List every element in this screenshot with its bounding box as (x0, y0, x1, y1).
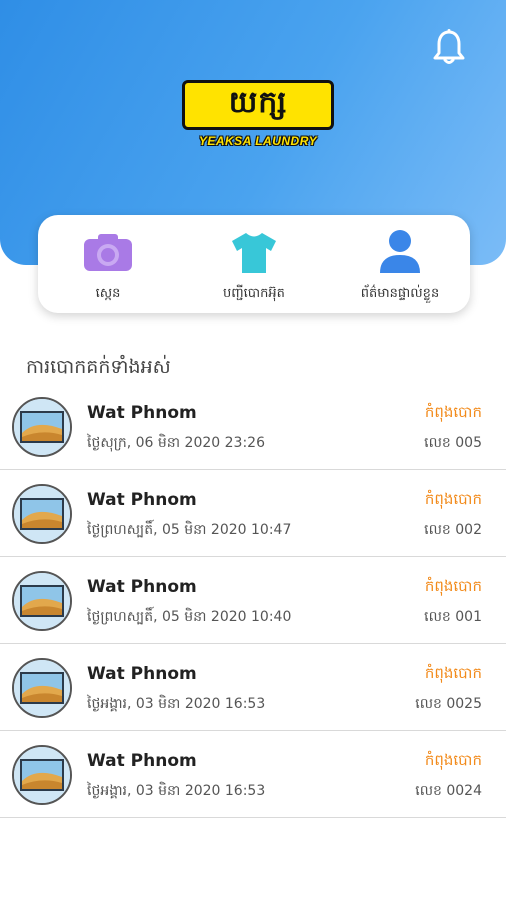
menu-label-profile: ព័ត៌មានផ្ទាល់ខ្លួន (360, 286, 440, 301)
bell-icon[interactable] (432, 28, 466, 66)
menu-item-profile[interactable]: ព័ត៌មានផ្ទាល់ខ្លួន (330, 229, 470, 309)
order-status: កំពុងបោក (424, 577, 482, 595)
order-status: កំពុងបោក (424, 403, 482, 421)
order-date: ថ្ងៃព្រហស្បតិ៍, 05 មិនា 2020 10:47 (87, 522, 292, 538)
app-logo: យក្ស YEAKSA LAUNDRY (176, 80, 340, 154)
order-row[interactable]: Wat Phnom ថ្ងៃអង្គារ, 03 មិនា 2020 16:53… (0, 644, 506, 731)
order-number: លេខ 001 (424, 609, 482, 625)
order-thumbnail (12, 571, 72, 631)
order-date: ថ្ងៃអង្គារ, 03 មិនា 2020 16:53 (87, 696, 266, 712)
order-number: លេខ 005 (424, 435, 482, 451)
camera-icon (84, 234, 132, 271)
order-thumbnail (12, 745, 72, 805)
order-thumbnail (12, 397, 72, 457)
order-title: Wat Phnom (87, 577, 197, 597)
order-status: កំពុងបោក (424, 490, 482, 508)
order-row[interactable]: Wat Phnom ថ្ងៃសុក្រ, 06 មិនា 2020 23:26 … (0, 383, 506, 470)
order-title: Wat Phnom (87, 490, 197, 510)
order-number: លេខ 0024 (415, 783, 482, 799)
order-title: Wat Phnom (87, 751, 197, 771)
menu-label-laundry-list: បញ្ជីបោកអ៊ុត (223, 286, 285, 301)
order-date: ថ្ងៃព្រហស្បតិ៍, 05 មិនា 2020 10:40 (87, 609, 292, 625)
order-thumbnail (12, 658, 72, 718)
order-row[interactable]: Wat Phnom ថ្ងៃព្រហស្បតិ៍, 05 មិនា 2020 1… (0, 470, 506, 557)
order-status: កំពុងបោក (424, 664, 482, 682)
quick-menu: ស្កេន បញ្ជីបោកអ៊ុត ព័ត៌មានផ្ទាល់ខ្លួន (38, 215, 470, 313)
logo-text: YEAKSA LAUNDRY (198, 134, 318, 148)
order-row[interactable]: Wat Phnom ថ្ងៃអង្គារ, 03 មិនា 2020 16:53… (0, 731, 506, 818)
user-icon (380, 230, 420, 273)
order-list: Wat Phnom ថ្ងៃសុក្រ, 06 មិនា 2020 23:26 … (0, 383, 506, 818)
shirt-icon (232, 233, 276, 273)
order-title: Wat Phnom (87, 664, 197, 684)
menu-label-scan: ស្កេន (95, 286, 121, 301)
logo-mark: យក្ស (182, 80, 334, 130)
order-number: លេខ 0025 (415, 696, 482, 712)
order-row[interactable]: Wat Phnom ថ្ងៃព្រហស្បតិ៍, 05 មិនា 2020 1… (0, 557, 506, 644)
order-number: លេខ 002 (424, 522, 482, 538)
order-thumbnail (12, 484, 72, 544)
order-date: ថ្ងៃអង្គារ, 03 មិនា 2020 16:53 (87, 783, 266, 799)
menu-item-laundry-list[interactable]: បញ្ជីបោកអ៊ុត (184, 229, 324, 309)
order-status: កំពុងបោក (424, 751, 482, 769)
menu-item-scan[interactable]: ស្កេន (38, 229, 178, 309)
section-title: ការបោកគក់ទាំងអស់ (26, 356, 171, 378)
order-title: Wat Phnom (87, 403, 197, 423)
order-date: ថ្ងៃសុក្រ, 06 មិនា 2020 23:26 (87, 435, 265, 451)
